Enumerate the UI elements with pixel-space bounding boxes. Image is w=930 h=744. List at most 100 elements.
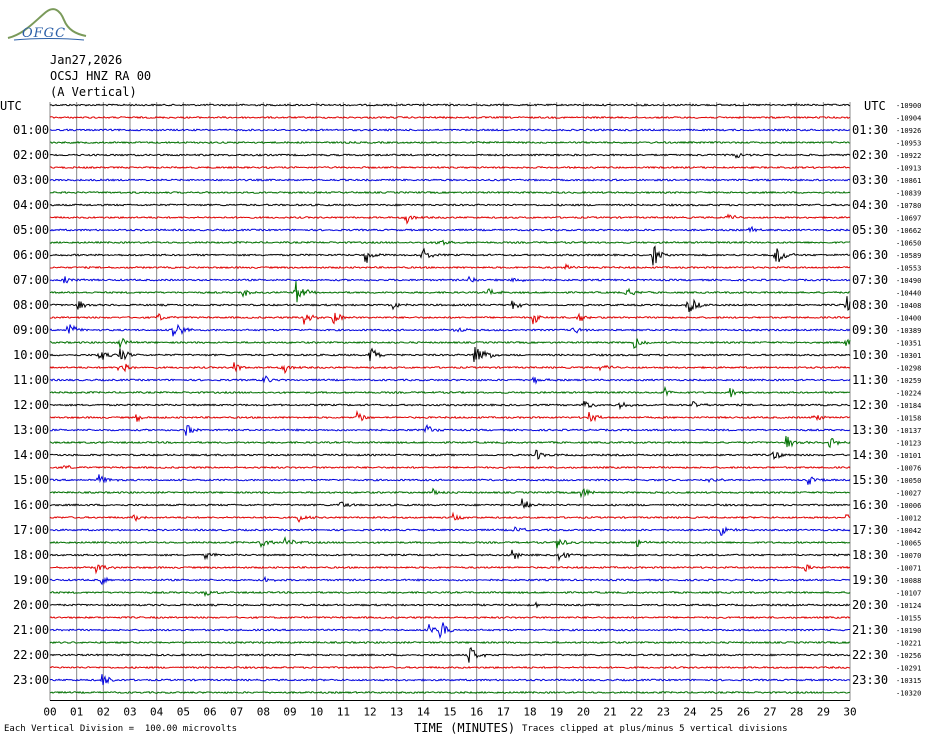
helicorder-plot: 01:00 02:00 03:00 04:00 05:00 06:00 07:00 08:00… bbox=[0, 99, 921, 719]
trace-offset-label: -10050 bbox=[896, 477, 921, 485]
hour-label-left: 21:00 bbox=[13, 623, 49, 637]
hour-label-right: 16:30 bbox=[852, 498, 888, 512]
trace-offset-label: -10224 bbox=[896, 390, 921, 398]
hour-label-left: 08:00 bbox=[13, 298, 49, 312]
hour-label-right: 13:30 bbox=[852, 423, 888, 437]
trace-offset-label: -10900 bbox=[896, 102, 921, 110]
trace-offset-label: -10088 bbox=[896, 577, 921, 585]
trace-offset-label: -10124 bbox=[896, 602, 921, 610]
trace-offset-label: -10012 bbox=[896, 515, 921, 523]
x-tick-label: 21 bbox=[603, 706, 616, 719]
trace-offset-label: -10042 bbox=[896, 527, 921, 535]
x-tick-label: 13 bbox=[390, 706, 403, 719]
hour-label-right: 03:30 bbox=[852, 173, 888, 187]
hour-label-right: 14:30 bbox=[852, 448, 888, 462]
hour-label-right: 06:30 bbox=[852, 248, 888, 262]
hour-label-left: 05:00 bbox=[13, 223, 49, 237]
x-tick-label: 07 bbox=[230, 706, 243, 719]
x-tick-label: 26 bbox=[737, 706, 750, 719]
hour-label-right: 07:30 bbox=[852, 273, 888, 287]
x-tick-label: 23 bbox=[657, 706, 670, 719]
x-tick-label: 09 bbox=[283, 706, 296, 719]
hour-label-right: 18:30 bbox=[852, 548, 888, 562]
hour-label-left: 07:00 bbox=[13, 273, 49, 287]
x-tick-label: 11 bbox=[337, 706, 350, 719]
hour-label-right: 04:30 bbox=[852, 198, 888, 212]
trace-offset-label: -10440 bbox=[896, 290, 921, 298]
x-tick-label: 12 bbox=[363, 706, 376, 719]
trace-offset-label: -10315 bbox=[896, 677, 921, 685]
hour-label-right: 23:30 bbox=[852, 673, 888, 687]
trace-offset-label: -10389 bbox=[896, 327, 921, 335]
trace-offset-label: -10953 bbox=[896, 140, 921, 148]
hour-label-right: 08:30 bbox=[852, 298, 888, 312]
hour-label-left: 02:00 bbox=[13, 148, 49, 162]
x-tick-label: 24 bbox=[683, 706, 697, 719]
hour-label-right: 01:30 bbox=[852, 123, 888, 137]
x-tick-label: 03 bbox=[123, 706, 136, 719]
labels: 01:00 02:00 03:00 04:00 05:00 06:00 07:00 08:00… bbox=[13, 102, 921, 719]
trace-offset-label: -10155 bbox=[896, 615, 921, 623]
trace-offset-label: -10221 bbox=[896, 640, 921, 648]
hour-label-left: 16:00 bbox=[13, 498, 49, 512]
trace-offset-label: -10137 bbox=[896, 427, 921, 435]
x-tick-label: 08 bbox=[257, 706, 270, 719]
x-axis-title: TIME (MINUTES) bbox=[414, 721, 516, 735]
x-tick-label: 19 bbox=[550, 706, 563, 719]
hour-label-left: 17:00 bbox=[13, 523, 49, 537]
trace-offset-label: -10839 bbox=[896, 190, 921, 198]
hour-label-right: 10:30 bbox=[852, 348, 888, 362]
x-tick-label: 00 bbox=[43, 706, 56, 719]
trace-offset-label: -10351 bbox=[896, 340, 921, 348]
x-tick-label: 27 bbox=[763, 706, 776, 719]
hour-label-left: 03:00 bbox=[13, 173, 49, 187]
hour-label-right: 12:30 bbox=[852, 398, 888, 412]
x-tick-label: 28 bbox=[790, 706, 803, 719]
footnote-scale: Each Vertical Division = 100.00 microvol… bbox=[4, 724, 237, 734]
trace-offset-label: -10065 bbox=[896, 540, 921, 548]
trace-offset-label: -10076 bbox=[896, 465, 921, 473]
trace-offset-label: -10158 bbox=[896, 415, 921, 423]
x-tick-label: 18 bbox=[523, 706, 536, 719]
trace-offset-label: -10861 bbox=[896, 177, 921, 185]
trace-offset-label: -10490 bbox=[896, 277, 921, 285]
x-tick-label: 14 bbox=[417, 706, 431, 719]
x-tick-label: 30 bbox=[843, 706, 856, 719]
x-tick-label: 10 bbox=[310, 706, 323, 719]
hour-label-left: 19:00 bbox=[13, 573, 49, 587]
utc-left-label: UTC bbox=[0, 99, 22, 113]
trace-offset-label: -10408 bbox=[896, 302, 921, 310]
hour-label-left: 13:00 bbox=[13, 423, 49, 437]
x-tick-label: 01 bbox=[70, 706, 83, 719]
trace-offset-label: -10298 bbox=[896, 365, 921, 373]
trace-offset-label: -10662 bbox=[896, 227, 921, 235]
x-tick-label: 20 bbox=[577, 706, 590, 719]
x-tick-label: 25 bbox=[710, 706, 723, 719]
trace-offset-label: -10697 bbox=[896, 215, 921, 223]
trace-offset-label: -10400 bbox=[896, 315, 921, 323]
x-tick-label: 04 bbox=[150, 706, 164, 719]
trace-offset-label: -10589 bbox=[896, 252, 921, 260]
trace-offset-label: -10070 bbox=[896, 552, 921, 560]
trace-offset-label: -10913 bbox=[896, 165, 921, 173]
trace-offset-label: -10904 bbox=[896, 115, 921, 123]
trace-offset-label: -10922 bbox=[896, 152, 921, 160]
x-tick-label: 29 bbox=[817, 706, 830, 719]
trace-offset-label: -10553 bbox=[896, 265, 921, 273]
hour-label-right: 02:30 bbox=[852, 148, 888, 162]
hour-label-left: 15:00 bbox=[13, 473, 49, 487]
trace-offset-label: -10650 bbox=[896, 240, 921, 248]
x-tick-label: 17 bbox=[497, 706, 510, 719]
hour-label-left: 20:00 bbox=[13, 598, 49, 612]
grid bbox=[49, 102, 851, 701]
hour-label-right: 17:30 bbox=[852, 523, 888, 537]
x-tick-label: 06 bbox=[203, 706, 216, 719]
utc-right-label: UTC bbox=[864, 99, 886, 113]
hour-label-left: 01:00 bbox=[13, 123, 49, 137]
x-tick-label: 02 bbox=[97, 706, 110, 719]
x-tick-label: 22 bbox=[630, 706, 643, 719]
hour-label-left: 22:00 bbox=[13, 648, 49, 662]
x-tick-label: 15 bbox=[443, 706, 456, 719]
hour-label-right: 22:30 bbox=[852, 648, 888, 662]
hour-label-right: 19:30 bbox=[852, 573, 888, 587]
